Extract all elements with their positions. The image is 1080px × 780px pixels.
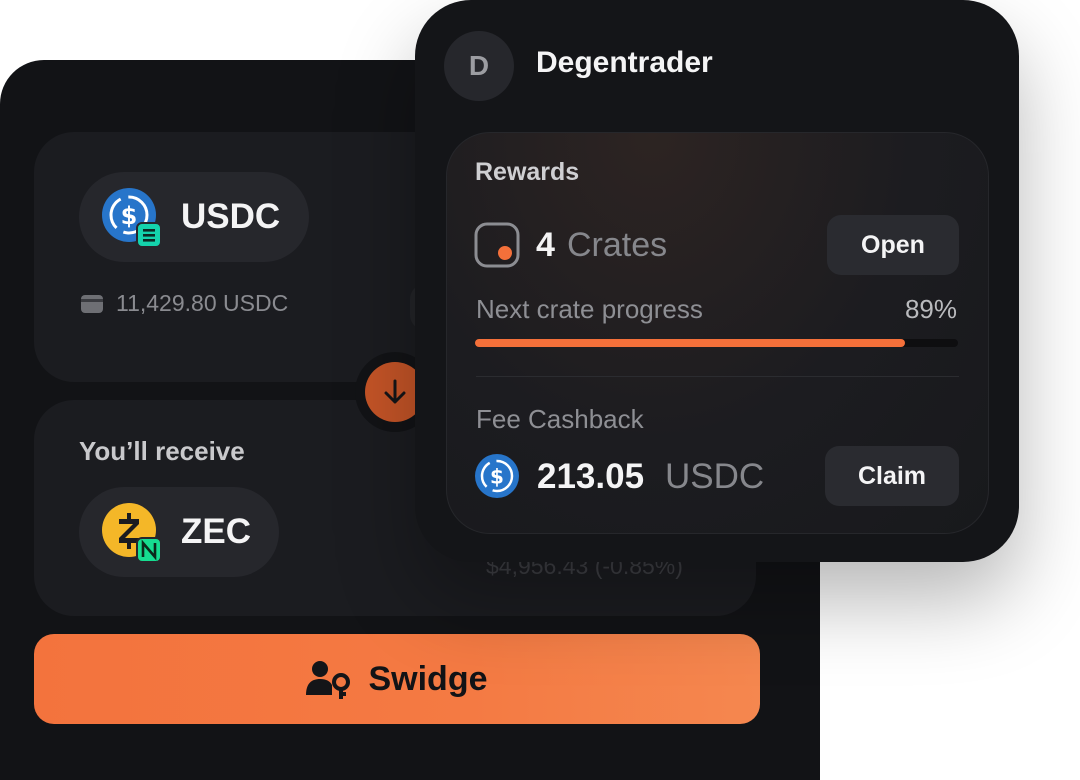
from-balance-value: 11,429.80 USDC: [116, 290, 289, 316]
from-balance: 11,429.80 USDC: [80, 290, 288, 317]
usdc-icon: $: [475, 454, 519, 498]
progress-fill: [475, 339, 905, 347]
to-token-selector[interactable]: ZEC: [79, 487, 279, 577]
claim-button[interactable]: Claim: [825, 446, 959, 506]
fee-cashback-label: Fee Cashback: [476, 404, 644, 434]
usdc-icon: $: [102, 188, 161, 247]
wallet-icon: [81, 294, 103, 313]
swidge-button[interactable]: Swidge: [34, 634, 760, 724]
arrow-down-icon: [384, 379, 406, 404]
to-token-name: ZEC: [181, 512, 251, 551]
progress-track: [475, 339, 958, 347]
svg-text:$: $: [121, 202, 138, 230]
swidge-label: Swidge: [368, 659, 488, 698]
progress-percent: 89%: [904, 294, 957, 324]
crates-count: 4: [536, 226, 555, 264]
avatar-initial: D: [468, 50, 490, 81]
open-crates-button[interactable]: Open: [827, 215, 959, 275]
crates-label: Crates: [567, 226, 668, 264]
crate-icon: [474, 222, 520, 268]
cashback-unit: USDC: [665, 457, 765, 496]
receive-label: You’ll receive: [79, 436, 245, 466]
rewards-title: Rewards: [475, 158, 580, 186]
zec-icon: [102, 503, 161, 562]
avatar[interactable]: D: [444, 31, 514, 101]
open-label: Open: [861, 230, 925, 259]
from-token-selector[interactable]: $ USDC: [79, 172, 309, 262]
claim-label: Claim: [857, 461, 927, 490]
from-token-name: USDC: [181, 197, 281, 236]
username: Degentrader: [536, 46, 713, 79]
solana-icon: [143, 229, 155, 232]
svg-text:$: $: [490, 465, 504, 489]
divider: [476, 376, 959, 377]
progress-label: Next crate progress: [476, 294, 703, 324]
user-key-icon: [306, 661, 351, 699]
cashback-amount: 213.05: [537, 457, 645, 496]
